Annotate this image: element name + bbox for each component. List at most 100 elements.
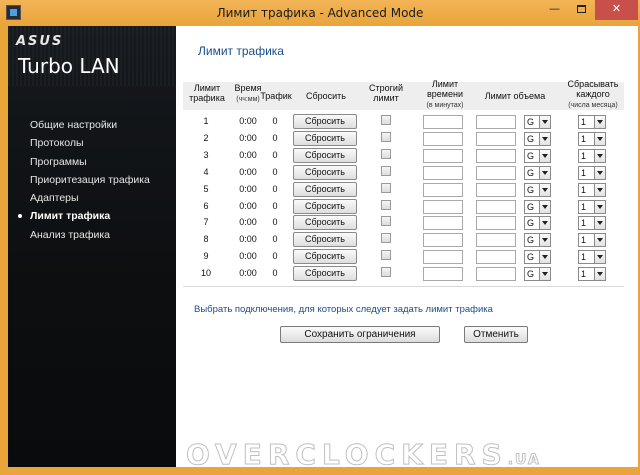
close-button[interactable]: ✕: [595, 0, 638, 20]
reset-day-select[interactable]: 1: [578, 233, 606, 248]
volume-unit-value: G: [527, 117, 535, 127]
volume-unit-select[interactable]: G: [524, 216, 551, 231]
time-limit-input[interactable]: [423, 267, 463, 282]
volume-unit-select[interactable]: G: [524, 165, 551, 180]
reset-day-value: 1: [581, 117, 587, 127]
time-limit-input[interactable]: [423, 250, 463, 265]
sidebar-item-4[interactable]: Приоритезация трафика: [8, 171, 176, 189]
volume-unit-select[interactable]: G: [524, 250, 551, 265]
time-limit-input[interactable]: [423, 182, 463, 197]
volume-limit-input[interactable]: [476, 115, 516, 129]
reset-day-select[interactable]: 1: [578, 131, 606, 146]
volume-unit-select[interactable]: G: [524, 199, 551, 214]
row-traffic: 0: [272, 268, 278, 279]
time-limit-input[interactable]: [423, 148, 463, 163]
reset-day-value: 1: [581, 218, 587, 229]
reset-day-select[interactable]: 1: [578, 267, 606, 282]
strict-limit-checkbox[interactable]: [381, 115, 391, 125]
select-connections-link[interactable]: Выбрать подключения, для которых следует…: [194, 304, 493, 315]
row-number: 9: [203, 251, 209, 262]
row-number: 8: [203, 234, 209, 245]
chevron-down-icon: [539, 217, 550, 230]
reset-button[interactable]: Сбросить: [293, 164, 357, 180]
row-traffic: 0: [272, 116, 278, 126]
reset-day-select[interactable]: 1: [578, 199, 606, 214]
volume-limit-input[interactable]: [476, 148, 516, 163]
page-title: Лимит трафика: [198, 44, 284, 58]
row-time: 0:00: [239, 200, 257, 211]
reset-button[interactable]: Сбросить: [293, 147, 357, 163]
volume-limit-input[interactable]: [476, 165, 516, 180]
strict-limit-checkbox[interactable]: [381, 199, 391, 210]
sidebar-item-6[interactable]: Лимит трафика: [8, 207, 176, 225]
sidebar-item-3[interactable]: Программы: [8, 153, 176, 171]
minimize-button[interactable]: —: [541, 0, 568, 20]
row-traffic: 0: [272, 234, 278, 245]
volume-unit-select[interactable]: G: [524, 233, 551, 248]
row-traffic: 0: [272, 251, 278, 262]
volume-limit-input[interactable]: [476, 250, 516, 265]
volume-unit-value: G: [527, 235, 535, 246]
reset-day-select[interactable]: 1: [578, 115, 606, 129]
maximize-button[interactable]: [568, 0, 595, 20]
reset-button[interactable]: Сбросить: [293, 181, 357, 197]
volume-unit-select[interactable]: G: [524, 182, 551, 197]
volume-limit-input[interactable]: [476, 199, 516, 214]
volume-unit-select[interactable]: G: [524, 267, 551, 282]
reset-button[interactable]: Сбросить: [293, 198, 357, 214]
strict-limit-checkbox[interactable]: [381, 165, 391, 176]
time-limit-input[interactable]: [423, 233, 463, 248]
reset-day-select[interactable]: 1: [578, 250, 606, 265]
volume-limit-input[interactable]: [476, 267, 516, 282]
volume-limit-input[interactable]: [476, 233, 516, 248]
reset-day-value: 1: [581, 167, 587, 178]
volume-unit-select[interactable]: G: [524, 115, 551, 129]
divider: [183, 286, 624, 287]
volume-unit-select[interactable]: G: [524, 131, 551, 146]
strict-limit-checkbox[interactable]: [381, 267, 391, 278]
sidebar-item-label: Адаптеры: [30, 192, 79, 205]
chevron-down-icon: [594, 268, 605, 281]
header-time-limit-unit: (в минутах): [426, 102, 464, 109]
time-limit-input[interactable]: [423, 165, 463, 180]
reset-button[interactable]: Сбросить: [293, 215, 357, 231]
reset-button[interactable]: Сбросить: [293, 114, 357, 129]
chevron-down-icon: [594, 183, 605, 196]
volume-unit-value: G: [527, 150, 535, 161]
chevron-down-icon: [594, 234, 605, 247]
reset-day-select[interactable]: 1: [578, 182, 606, 197]
strict-limit-checkbox[interactable]: [381, 182, 391, 193]
sidebar-item-2[interactable]: Протоколы: [8, 134, 176, 152]
cancel-button[interactable]: Отменить: [464, 326, 528, 343]
reset-day-select[interactable]: 1: [578, 148, 606, 163]
reset-button[interactable]: Сбросить: [293, 266, 357, 282]
time-limit-input[interactable]: [423, 115, 463, 129]
sidebar-item-1[interactable]: Общие настройки: [8, 116, 176, 134]
time-limit-input[interactable]: [423, 131, 463, 146]
reset-button[interactable]: Сбросить: [293, 130, 357, 146]
chevron-down-icon: [594, 149, 605, 162]
volume-unit-select[interactable]: G: [524, 148, 551, 163]
volume-unit-value: G: [527, 167, 535, 178]
strict-limit-checkbox[interactable]: [381, 216, 391, 227]
sidebar-item-7[interactable]: Анализ трафика: [8, 226, 176, 244]
volume-limit-input[interactable]: [476, 182, 516, 197]
strict-limit-checkbox[interactable]: [381, 148, 391, 159]
row-traffic: 0: [272, 166, 278, 177]
asus-logo: ASUS: [16, 34, 64, 49]
volume-unit-value: G: [527, 184, 535, 195]
time-limit-input[interactable]: [423, 199, 463, 214]
reset-button[interactable]: Сбросить: [293, 232, 357, 248]
strict-limit-checkbox[interactable]: [381, 233, 391, 244]
volume-limit-input[interactable]: [476, 216, 516, 231]
reset-day-select[interactable]: 1: [578, 165, 606, 180]
strict-limit-checkbox[interactable]: [381, 250, 391, 261]
time-limit-input[interactable]: [423, 216, 463, 231]
reset-button[interactable]: Сбросить: [293, 249, 357, 265]
sidebar-item-5[interactable]: Адаптеры: [8, 189, 176, 207]
strict-limit-checkbox[interactable]: [381, 131, 391, 142]
volume-limit-input[interactable]: [476, 131, 516, 146]
volume-unit-value: G: [527, 218, 535, 229]
save-limits-button[interactable]: Сохранить ограничения: [280, 326, 440, 343]
reset-day-select[interactable]: 1: [578, 216, 606, 231]
